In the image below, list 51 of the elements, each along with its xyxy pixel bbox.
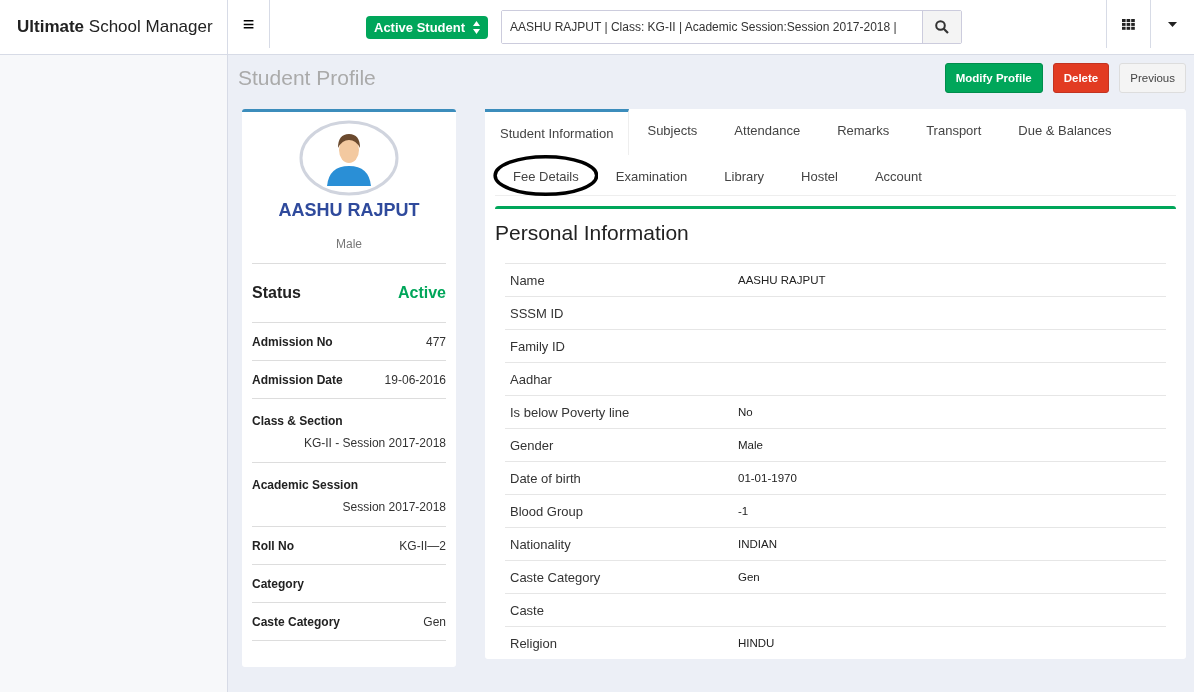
tab[interactable]: Fee Details xyxy=(495,155,598,195)
field-label: Admission Date xyxy=(252,373,343,387)
row-value: Gen xyxy=(738,571,761,583)
delete-button[interactable]: Delete xyxy=(1052,63,1110,93)
row-label: Name xyxy=(510,272,546,288)
field-value: 19-06-2016 xyxy=(384,373,446,387)
app-logo[interactable]: Ultimate School Manager xyxy=(0,0,228,55)
status-label: Status xyxy=(252,284,301,302)
row-label: Blood Group xyxy=(510,503,584,519)
search-button[interactable] xyxy=(922,11,961,43)
caret-icon xyxy=(1168,21,1177,27)
field-label: Admission No xyxy=(252,335,333,349)
row-label: Date of birth xyxy=(510,470,582,486)
field-label: Roll No xyxy=(252,539,294,553)
row-label: Family ID xyxy=(510,338,566,354)
row-value: AASHU RAJPUT xyxy=(738,274,827,286)
field-label: Academic Session xyxy=(252,478,359,492)
row-label: Aadhar xyxy=(510,371,553,387)
grid-icon xyxy=(1122,18,1135,30)
field-value: 477 xyxy=(425,335,446,349)
search-field[interactable]: AASHU RAJPUT | Class: KG-II | Academic Session:Session 2017-2018 | xyxy=(501,10,962,44)
tab[interactable]: Student Information xyxy=(485,109,630,155)
field-label: Class & Section xyxy=(252,414,343,428)
row-value: INDIAN xyxy=(738,538,778,550)
row-label: Nationality xyxy=(510,536,572,552)
field-value: KG-II—2 xyxy=(399,539,446,553)
row-value: 01-01-1970 xyxy=(738,472,798,484)
page-title: Student Profile xyxy=(238,66,377,90)
field-value: Session 2017-2018 xyxy=(342,500,446,514)
row-label: Religion xyxy=(510,635,558,651)
field-value: KG-II - Session 2017-2018 xyxy=(303,436,446,450)
section-title: Personal Information xyxy=(495,221,690,245)
row-value: Male xyxy=(738,439,764,451)
status-value: Active xyxy=(397,284,446,302)
row-value: No xyxy=(738,406,754,418)
student-name: AASHU RAJPUT xyxy=(277,200,421,221)
row-label: Caste Category xyxy=(510,569,602,585)
student-gender: Male xyxy=(335,237,363,251)
search-icon xyxy=(935,20,949,34)
field-value: Gen xyxy=(423,615,446,629)
field-label: Category xyxy=(252,577,304,591)
row-label: SSSM ID xyxy=(510,305,565,321)
field-label: Caste Category xyxy=(252,615,341,629)
row-value: -1 xyxy=(738,505,750,517)
previous-button[interactable]: Previous xyxy=(1119,63,1186,93)
row-label: Is below Poverty line xyxy=(510,404,631,420)
row-label: Caste xyxy=(510,602,545,618)
row-value: HINDU xyxy=(738,637,776,649)
avatar-icon xyxy=(299,120,399,196)
sort-icon xyxy=(473,20,480,34)
row-label: Gender xyxy=(510,437,555,453)
